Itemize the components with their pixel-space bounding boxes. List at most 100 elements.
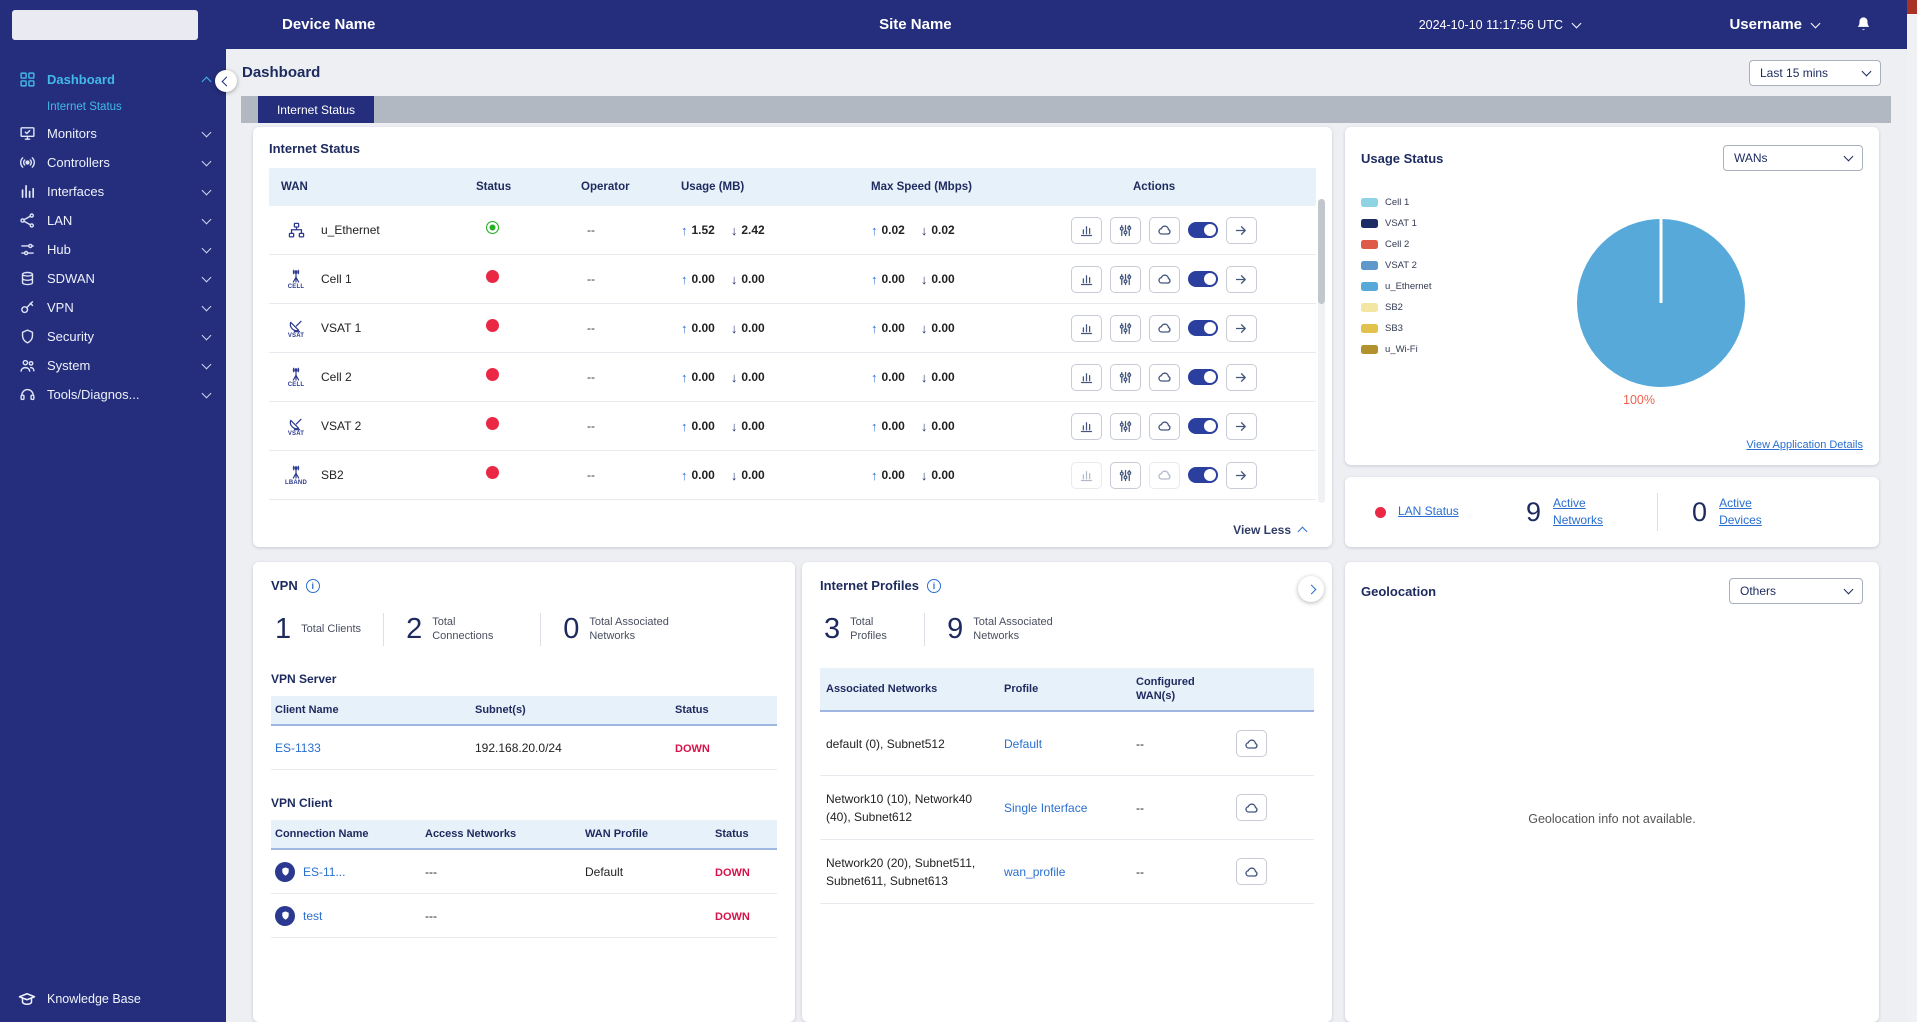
geolocation-empty-message: Geolocation info not available. [1528, 812, 1696, 826]
total-profiles-stat: 3 Total Profiles [824, 613, 887, 645]
wan-settings-button[interactable] [1110, 412, 1141, 440]
vpn-title: VPN [271, 578, 298, 593]
page-scrollbar[interactable] [1907, 0, 1917, 1022]
chevron-down-icon [201, 243, 212, 253]
upload-arrow-icon: ↑ [871, 467, 878, 483]
wan-details-button[interactable] [1226, 461, 1257, 489]
wan-stats-button[interactable] [1071, 363, 1102, 391]
wan-enable-toggle[interactable] [1188, 271, 1218, 287]
wan-settings-button[interactable] [1110, 265, 1141, 293]
profile-row: default (0), Subnet512 Default -- [820, 712, 1314, 776]
connection-name-link[interactable]: test [303, 909, 322, 923]
active-devices-link[interactable]: Active Devices [1719, 495, 1779, 530]
sidebar-item-sdwan[interactable]: SDWAN [0, 264, 226, 293]
wan-speedtest-button[interactable] [1149, 412, 1180, 440]
table-scrollbar [1318, 199, 1325, 503]
wan-details-button[interactable] [1226, 363, 1257, 391]
column-usage: Usage (MB) [681, 181, 745, 193]
wan-speedtest-button[interactable] [1149, 314, 1180, 342]
usage-filter-select[interactable]: WANs [1723, 145, 1863, 171]
sidebar-item-internet-status[interactable]: Internet Status [0, 94, 226, 119]
wan-stats-button[interactable] [1071, 216, 1102, 244]
wan-stats-button[interactable] [1071, 461, 1102, 489]
wan-enable-toggle[interactable] [1188, 320, 1218, 336]
usage-cell: ↑ 1.52 ↓ 2.42 [681, 222, 765, 238]
download-arrow-icon: ↓ [920, 271, 928, 287]
active-networks-stat: 9 Active Networks [1526, 495, 1623, 530]
profile-speedtest-button[interactable] [1236, 858, 1267, 885]
wan-enable-toggle[interactable] [1188, 418, 1218, 434]
knowledge-base-link[interactable]: Knowledge Base [0, 976, 226, 1022]
wan-speedtest-button[interactable] [1149, 216, 1180, 244]
tab-internet-status[interactable]: Internet Status [258, 96, 374, 123]
datetime-dropdown[interactable]: 2024-10-10 11:17:56 UTC [1419, 18, 1582, 32]
wan-settings-button[interactable] [1110, 216, 1141, 244]
legend-swatch [1361, 282, 1378, 291]
profile-speedtest-button[interactable] [1236, 794, 1267, 821]
vpn-shield-icon [275, 861, 295, 882]
row-actions [1069, 461, 1316, 489]
wan-enable-toggle[interactable] [1188, 222, 1218, 238]
profile-link[interactable]: wan_profile [1004, 865, 1065, 879]
notifications-bell-icon[interactable] [1854, 15, 1873, 34]
wan-details-button[interactable] [1226, 314, 1257, 342]
wan-stats-button[interactable] [1071, 314, 1102, 342]
info-icon[interactable]: i [305, 578, 320, 593]
upload-arrow-icon: ↑ [681, 418, 688, 434]
table-scrollbar-thumb[interactable] [1318, 199, 1325, 304]
usage-cell: ↑ 0.00 ↓ 0.00 [681, 271, 765, 287]
wan-settings-button[interactable] [1110, 461, 1141, 489]
user-menu[interactable]: Username [1729, 16, 1821, 33]
sidebar-item-dashboard[interactable]: Dashboard [0, 65, 226, 94]
download-arrow-icon: ↓ [730, 418, 738, 434]
wan-details-button[interactable] [1226, 216, 1257, 244]
sidebar-item-label: Security [47, 329, 94, 344]
time-range-select[interactable]: Last 15 mins [1749, 59, 1881, 86]
geolocation-filter-select[interactable]: Others [1729, 578, 1863, 604]
wan-speedtest-button[interactable] [1149, 461, 1180, 489]
lband-icon: LBAND [281, 464, 311, 486]
profile-speedtest-button[interactable] [1236, 730, 1267, 757]
geolocation-card: Geolocation Others Geolocation info not … [1345, 562, 1879, 1022]
lan-status-link[interactable]: LAN Status [1398, 503, 1460, 520]
row-actions [1069, 412, 1316, 440]
wan-settings-button[interactable] [1110, 363, 1141, 391]
wan-stats-button[interactable] [1071, 412, 1102, 440]
sidebar-item-hub[interactable]: Hub [0, 235, 226, 264]
wan-enable-toggle[interactable] [1188, 369, 1218, 385]
wan-details-button[interactable] [1226, 412, 1257, 440]
view-application-details-link[interactable]: View Application Details [1746, 439, 1863, 451]
view-less-link[interactable]: View Less [1233, 523, 1308, 537]
info-icon[interactable]: i [926, 578, 941, 593]
wan-stats-button[interactable] [1071, 265, 1102, 293]
configured-wans: -- [1136, 800, 1144, 815]
vsat-dish-icon: VSAT [281, 415, 311, 437]
wan-settings-button[interactable] [1110, 314, 1141, 342]
sidebar-item-security[interactable]: Security [0, 322, 226, 351]
connection-name-link[interactable]: ES-11... [303, 865, 345, 879]
wan-enable-toggle[interactable] [1188, 467, 1218, 483]
sidebar-collapse-button[interactable] [215, 70, 237, 92]
sidebar-item-system[interactable]: System [0, 351, 226, 380]
sidebar-item-vpn[interactable]: VPN [0, 293, 226, 322]
profile-link[interactable]: Single Interface [1004, 801, 1087, 815]
vpn-client-name-link[interactable]: ES-1133 [275, 741, 321, 755]
wan-speedtest-button[interactable] [1149, 265, 1180, 293]
wan-speedtest-button[interactable] [1149, 363, 1180, 391]
internet-status-title: Internet Status [269, 141, 361, 156]
profile-row: Network10 (10), Network40 (40), Subnet61… [820, 776, 1314, 840]
profile-link[interactable]: Default [1004, 737, 1042, 751]
upload-arrow-icon: ↑ [681, 271, 688, 287]
download-arrow-icon: ↓ [920, 369, 928, 385]
wan-details-button[interactable] [1226, 265, 1257, 293]
sidebar-item-lan[interactable]: LAN [0, 206, 226, 235]
profiles-next-button[interactable] [1298, 576, 1324, 602]
sidebar-item-monitors[interactable]: Monitors [0, 119, 226, 148]
active-networks-link[interactable]: Active Networks [1553, 495, 1623, 530]
sidebar-item-interfaces[interactable]: Interfaces [0, 177, 226, 206]
knowledge-base-label: Knowledge Base [47, 992, 141, 1006]
sidebar-item-controllers[interactable]: Controllers [0, 148, 226, 177]
sidebar-item-tools-diagnostics[interactable]: Tools/Diagnos... [0, 380, 226, 409]
download-arrow-icon: ↓ [920, 418, 928, 434]
total-clients-stat: 1 Total Clients [275, 613, 362, 645]
